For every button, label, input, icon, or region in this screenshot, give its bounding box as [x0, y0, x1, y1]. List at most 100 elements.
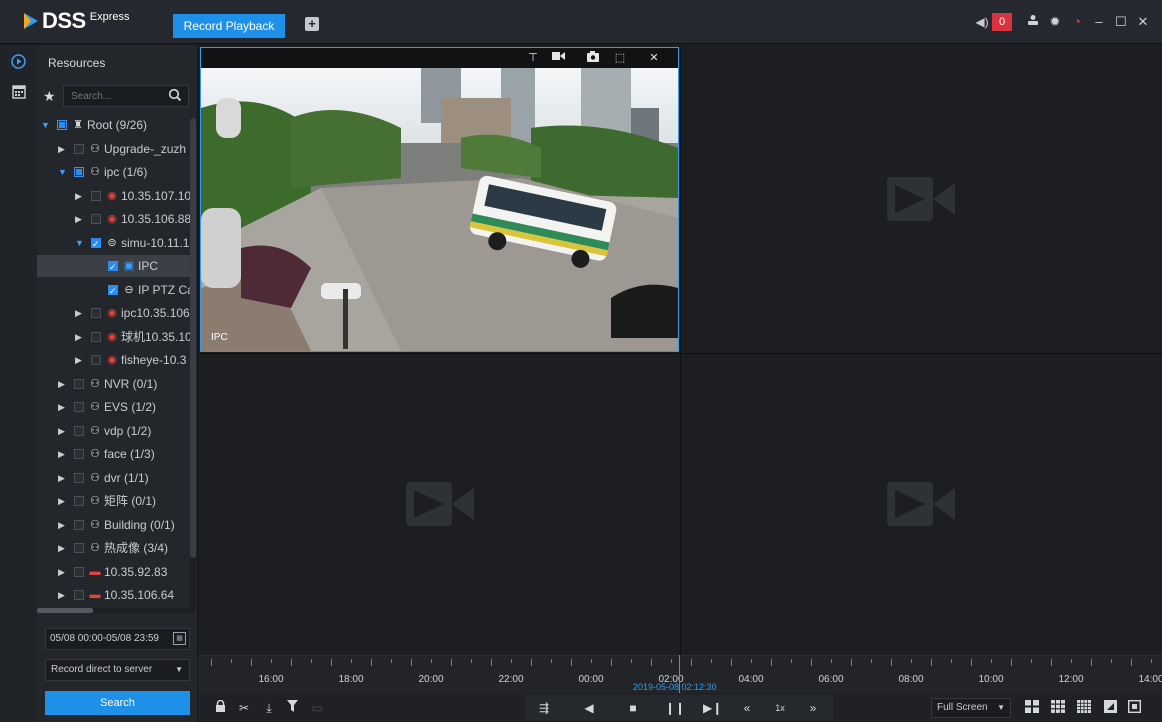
tree-node[interactable]: ▶ ⚇ face (1/3)	[37, 443, 192, 465]
collapsed-arrow-icon[interactable]: ▶	[75, 191, 83, 201]
sound-icon[interactable]: ◀)	[972, 12, 992, 32]
resource-search-input[interactable]	[64, 86, 164, 106]
tree-node[interactable]: ▶ ⚇ 矩阵 (0/1)	[37, 490, 192, 512]
tree-node[interactable]: ▶ ⚇ EVS (1/2)	[37, 396, 192, 418]
tree-node-checkbox[interactable]	[74, 378, 84, 389]
add-tab-button[interactable]: +	[305, 17, 319, 31]
date-range-field[interactable]: 05/08 00:00-05/08 23:59 ▦	[45, 628, 190, 650]
tree-node-checkbox[interactable]	[74, 167, 84, 177]
video-window-1[interactable]: ⊤ ⬚ ✕ IPC	[200, 47, 679, 352]
tree-node[interactable]: ▶ ⚇ 热成像 (3/4)	[37, 537, 192, 559]
tree-node-checkbox[interactable]	[74, 496, 84, 506]
sync-play-icon[interactable]: ⇶	[536, 700, 552, 716]
tree-node-checkbox[interactable]	[74, 590, 84, 600]
tree-node[interactable]: ▶ ⚇ NVR (0/1)	[37, 373, 192, 395]
tag-icon[interactable]: ▭	[309, 700, 325, 716]
close-window-icon[interactable]: ✕	[647, 51, 661, 65]
tree-node-checkbox[interactable]	[91, 308, 101, 318]
smart-search-icon[interactable]: ⬚	[613, 51, 627, 65]
collapsed-arrow-icon[interactable]: ▶	[58, 449, 66, 459]
tree-horizontal-scrollbar[interactable]	[37, 608, 195, 613]
expanded-arrow-icon[interactable]: ▼	[58, 167, 67, 177]
collapsed-arrow-icon[interactable]: ▶	[58, 402, 66, 412]
tree-node[interactable]: ▣IPC	[37, 255, 192, 277]
tab-record-playback[interactable]: Record Playback	[173, 14, 285, 38]
tree-node[interactable]: ▶ ◉ 球机10.35.10	[37, 326, 192, 348]
layout-2x2-icon[interactable]	[1024, 700, 1040, 716]
custom-layout-icon[interactable]	[1102, 700, 1118, 716]
favorites-star-icon[interactable]: ★	[43, 88, 56, 105]
collapsed-arrow-icon[interactable]: ▶	[75, 355, 83, 365]
pin-icon[interactable]: ⊤	[526, 51, 540, 65]
record-clip-icon[interactable]	[551, 51, 565, 65]
tree-node-checkbox[interactable]	[74, 449, 84, 459]
playback-icon[interactable]	[10, 54, 27, 71]
speed-up-icon[interactable]: »	[805, 700, 821, 716]
tree-node[interactable]: ▶ ▬ 10.35.106.64	[37, 584, 192, 606]
tree-node[interactable]: ▶ ⚇ Building (0/1)	[37, 514, 192, 536]
tree-node-checkbox[interactable]	[91, 233, 101, 254]
collapsed-arrow-icon[interactable]: ▶	[58, 496, 66, 506]
tree-node[interactable]: ▼ ⚇ ipc (1/6)	[37, 161, 192, 183]
tree-vertical-scrollbar[interactable]	[190, 118, 196, 608]
collapsed-arrow-icon[interactable]: ▶	[58, 567, 66, 577]
tree-node-checkbox[interactable]	[74, 402, 84, 412]
tree-node-checkbox[interactable]	[74, 425, 84, 436]
tree-node[interactable]: ▶ ⚇ vdp (1/2)	[37, 420, 192, 442]
tree-node-checkbox[interactable]	[108, 280, 118, 301]
tree-node[interactable]: ▶ ⚇ dvr (1/1)	[37, 467, 192, 489]
reverse-play-icon[interactable]: ◀	[581, 700, 597, 716]
calendar-icon[interactable]	[10, 84, 27, 101]
tree-hscroll-thumb[interactable]	[37, 608, 93, 613]
tree-scroll-thumb[interactable]	[190, 118, 196, 558]
expanded-arrow-icon[interactable]: ▼	[75, 238, 84, 248]
lock-icon[interactable]	[212, 699, 228, 716]
collapsed-arrow-icon[interactable]: ▶	[75, 214, 83, 224]
tree-node[interactable]: ▶ ▬ 10.35.92.83	[37, 561, 192, 583]
filter-icon[interactable]	[284, 700, 300, 716]
clip-scissors-icon[interactable]: ✂	[236, 700, 252, 716]
calendar-picker-icon[interactable]: ▦	[173, 632, 186, 645]
tree-node[interactable]: ▶ ◉ ipc10.35.106	[37, 302, 192, 324]
collapsed-arrow-icon[interactable]: ▶	[58, 144, 66, 154]
settings-gear-icon[interactable]: ✹	[1044, 12, 1066, 32]
layout-3x3-icon[interactable]	[1050, 700, 1066, 716]
tree-node-checkbox[interactable]	[74, 566, 84, 577]
download-icon[interactable]: ⤓	[261, 700, 277, 716]
collapsed-arrow-icon[interactable]: ▶	[58, 543, 66, 553]
slow-down-icon[interactable]: «	[739, 700, 755, 716]
fullscreen-toggle-icon[interactable]	[1126, 699, 1142, 716]
tree-node-checkbox[interactable]	[91, 331, 101, 342]
tree-node[interactable]: ▶ ◉ fisheye-10.3	[37, 349, 192, 371]
collapsed-arrow-icon[interactable]: ▶	[75, 332, 83, 342]
user-icon[interactable]	[1022, 12, 1044, 32]
tree-node-checkbox[interactable]	[74, 543, 84, 553]
tree-node-checkbox[interactable]	[108, 256, 118, 277]
fullscreen-select[interactable]: Full Screen ▼	[931, 698, 1011, 718]
tree-node-checkbox[interactable]	[74, 519, 84, 530]
tree-node-checkbox[interactable]	[91, 190, 101, 201]
collapsed-arrow-icon[interactable]: ▶	[58, 520, 66, 530]
alarm-count-badge[interactable]: 0	[992, 13, 1012, 31]
tree-node[interactable]: ▼ ⊜ simu-10.11.1	[37, 232, 192, 254]
snapshot-camera-icon[interactable]	[586, 51, 600, 65]
tree-node-checkbox[interactable]	[74, 143, 84, 154]
maximize-icon[interactable]: ☐	[1110, 12, 1132, 32]
tree-node[interactable]: ▶ ⚇ Upgrade-_zuzh	[37, 138, 192, 160]
tree-node-checkbox[interactable]	[91, 214, 101, 224]
pause-icon[interactable]: ❙❙	[665, 700, 685, 716]
collapsed-arrow-icon[interactable]: ▶	[58, 473, 66, 483]
minimize-icon[interactable]: –	[1088, 12, 1110, 32]
tree-node[interactable]: ▼ ♜ Root (9/26)	[37, 114, 192, 136]
close-icon[interactable]: ✕	[1132, 12, 1154, 32]
video-window-2[interactable]	[680, 47, 1162, 352]
stop-icon[interactable]: ■	[625, 700, 641, 716]
step-forward-icon[interactable]: ▶❙	[703, 700, 722, 716]
collapsed-arrow-icon[interactable]: ▶	[75, 308, 83, 318]
search-icon[interactable]	[168, 88, 182, 102]
video-window-3[interactable]	[200, 353, 679, 655]
collapsed-arrow-icon[interactable]: ▶	[58, 590, 66, 600]
tree-node-checkbox[interactable]	[91, 355, 101, 365]
tree-node[interactable]: ⊖ IP PTZ Ca	[37, 279, 192, 301]
tree-node[interactable]: ▶ ◉ 10.35.106.88	[37, 208, 192, 230]
